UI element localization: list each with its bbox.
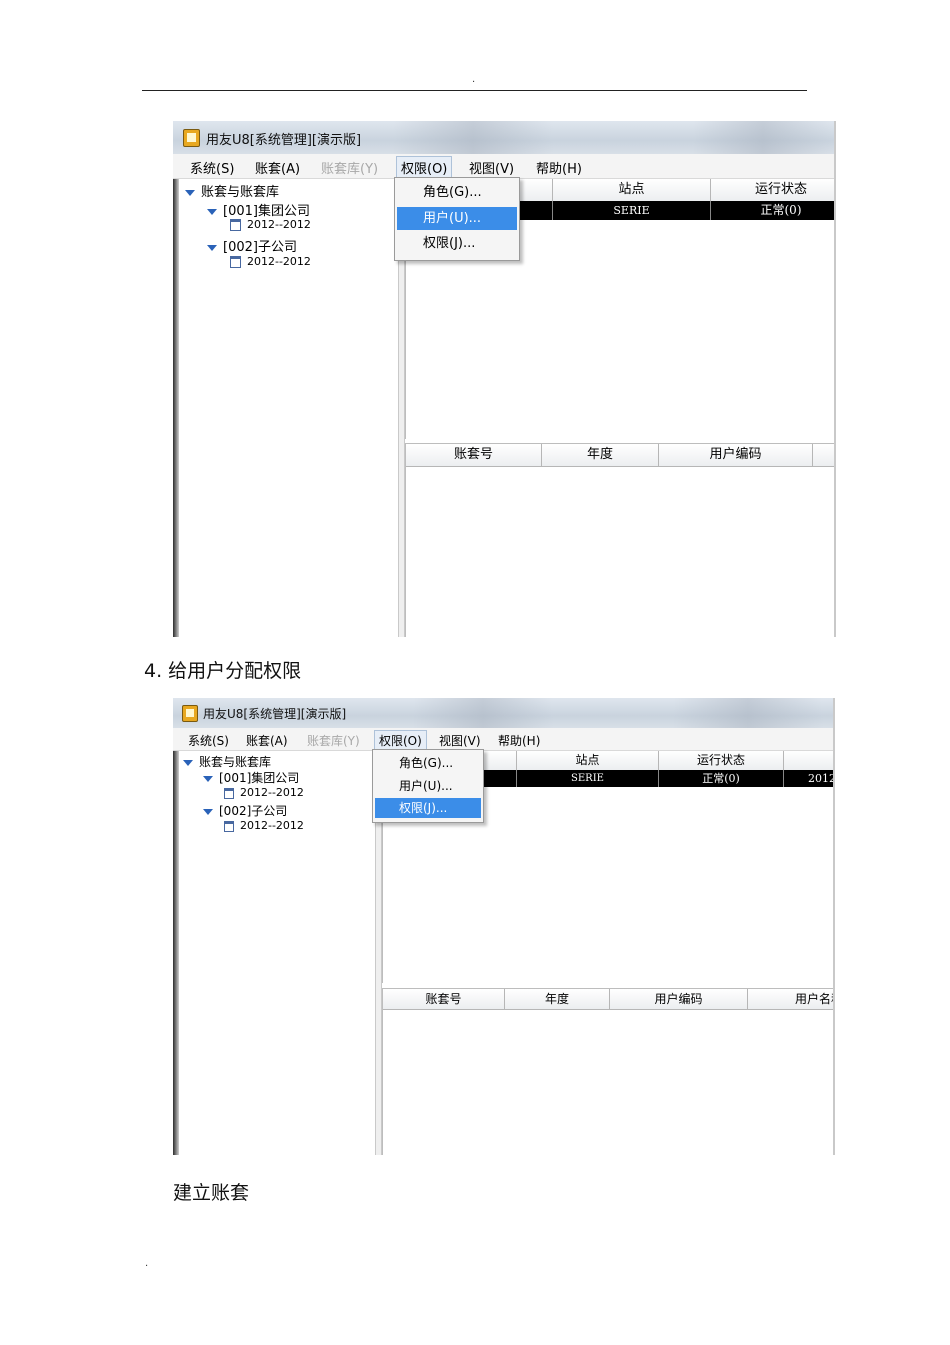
- menu-help[interactable]: 帮助(H): [498, 732, 540, 749]
- menu-view[interactable]: 视图(V): [439, 732, 481, 749]
- calendar-icon: [230, 256, 241, 268]
- cell-status: 正常(0): [659, 770, 784, 787]
- tree-company-002[interactable]: [002]子公司: [207, 236, 297, 255]
- footer-dot: .: [145, 1258, 149, 1269]
- header-dot: .: [472, 74, 476, 85]
- menu-permission[interactable]: 权限(O): [396, 156, 453, 179]
- expand-arrow-icon[interactable]: [203, 775, 213, 782]
- expand-arrow-icon[interactable]: [203, 808, 213, 815]
- col-header-site[interactable]: 站点: [517, 751, 659, 770]
- calendar-icon: [230, 219, 241, 231]
- cell-status: 正常(0): [711, 201, 836, 220]
- col-header-account-no[interactable]: 账套号: [383, 989, 505, 1009]
- col-header-year[interactable]: 年度: [505, 989, 610, 1009]
- tree-company-001-label: [001]集团公司: [223, 204, 310, 219]
- col-header-year[interactable]: 年度: [542, 444, 659, 466]
- col-header-user-code[interactable]: 用户编码: [610, 989, 748, 1009]
- screenshot-user-menu: 用友U8[系统管理][演示版] 系统(S) 账套(A) 账套库(Y) 权限(O)…: [173, 121, 836, 637]
- cell-site: SERIE: [517, 770, 659, 787]
- tree-company-002-label: [002]子公司: [223, 240, 297, 255]
- tree-root-label: 账套与账套库: [201, 185, 280, 200]
- menu-account-library[interactable]: 账套库(Y): [307, 732, 360, 749]
- permission-dropdown: 角色(G)... 用户(U)... 权限(J)...: [372, 749, 484, 823]
- menu-item-role[interactable]: 角色(G)...: [375, 753, 481, 774]
- expand-arrow-icon[interactable]: [207, 244, 217, 251]
- screenshot-permission-menu: 用友U8[系统管理][演示版] 系统(S) 账套(A) 账套库(Y) 权限(O)…: [173, 698, 835, 1155]
- step-4-caption: 4. 给用户分配权限: [144, 660, 302, 682]
- expand-arrow-icon[interactable]: [207, 208, 217, 215]
- tree-company-001[interactable]: [001]集团公司: [203, 769, 299, 786]
- tree-year-001[interactable]: 2012--2012: [230, 218, 311, 231]
- menu-account-set[interactable]: 账套(A): [255, 158, 300, 177]
- calendar-icon: [224, 820, 234, 832]
- menu-view[interactable]: 视图(V): [469, 158, 514, 177]
- menu-help[interactable]: 帮助(H): [536, 158, 582, 177]
- menu-item-user[interactable]: 用户(U)...: [397, 207, 517, 230]
- u8-app-icon: [183, 129, 200, 147]
- menu-item-user[interactable]: 用户(U)...: [375, 776, 481, 797]
- menu-item-permission[interactable]: 权限(J)...: [375, 798, 481, 818]
- header-rule: [142, 90, 807, 91]
- tree-year-001[interactable]: 2012--2012: [224, 786, 304, 799]
- window-right-border: [834, 121, 836, 637]
- tree-root[interactable]: 账套与账套库: [185, 181, 279, 200]
- tree-year-002[interactable]: 2012--2012: [230, 255, 311, 268]
- expand-arrow-icon[interactable]: [185, 189, 195, 196]
- user-grid: 账套号 年度 用户编码 用户名称: [382, 988, 835, 1155]
- permission-dropdown: 角色(G)... 用户(U)... 权限(J)...: [394, 177, 520, 261]
- tree-year-001-label: 2012--2012: [240, 786, 304, 799]
- tree-company-001-label: [001]集团公司: [219, 771, 300, 785]
- menu-item-role[interactable]: 角色(G)...: [397, 181, 517, 205]
- tree-company-002-label: [002]子公司: [219, 804, 288, 818]
- col-header-status[interactable]: 运行状态: [659, 751, 784, 770]
- tree-year-002[interactable]: 2012--2012: [224, 819, 304, 832]
- window-title: 用友U8[系统管理][演示版]: [206, 133, 362, 148]
- col-header-user-name[interactable]: 用户名称: [748, 989, 835, 1009]
- menu-item-permission[interactable]: 权限(J)...: [397, 232, 517, 256]
- calendar-icon: [224, 787, 234, 799]
- u8-app-icon: [182, 705, 198, 722]
- title-bar: 用友U8[系统管理][演示版]: [173, 698, 835, 728]
- create-account-caption: 建立账套: [173, 1182, 250, 1204]
- cell-site: SERIE: [553, 201, 711, 220]
- col-header-extra[interactable]: [784, 751, 835, 770]
- user-grid: 账套号 年度 用户编码: [405, 443, 836, 637]
- col-header-site[interactable]: 站点: [553, 179, 711, 201]
- window-title: 用友U8[系统管理][演示版]: [203, 707, 347, 721]
- menu-permission[interactable]: 权限(O): [374, 730, 427, 751]
- tree-company-002[interactable]: [002]子公司: [203, 802, 287, 819]
- title-bar: 用友U8[系统管理][演示版]: [173, 121, 836, 154]
- col-header-account-no[interactable]: 账套号: [406, 444, 542, 466]
- menu-account-library[interactable]: 账套库(Y): [321, 158, 378, 177]
- tree-root-label: 账套与账套库: [199, 755, 272, 769]
- window-right-border: [833, 698, 835, 1155]
- cell-year: 2012: [784, 770, 835, 787]
- col-header-status[interactable]: 运行状态: [711, 179, 836, 201]
- menu-system[interactable]: 系统(S): [190, 158, 234, 177]
- menu-system[interactable]: 系统(S): [188, 732, 229, 749]
- col-header-user-code[interactable]: 用户编码: [659, 444, 813, 466]
- tree-year-001-label: 2012--2012: [247, 218, 311, 231]
- expand-arrow-icon[interactable]: [183, 759, 193, 766]
- tree-year-002-label: 2012--2012: [240, 819, 304, 832]
- tree-company-001[interactable]: [001]集团公司: [207, 200, 310, 219]
- tree-root[interactable]: 账套与账套库: [183, 753, 271, 770]
- tree-year-002-label: 2012--2012: [247, 255, 311, 268]
- menu-account-set[interactable]: 账套(A): [246, 732, 288, 749]
